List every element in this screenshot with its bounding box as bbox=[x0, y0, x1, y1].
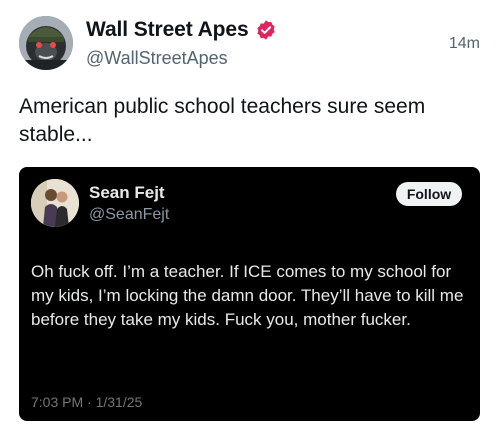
post-container: Wall Street Apes @WallStreetApes 14m Ame… bbox=[0, 0, 500, 447]
quoted-author-handle[interactable]: @SeanFejt bbox=[89, 206, 169, 224]
quoted-post-timestamp[interactable]: 7:03 PM · 1/31/25 bbox=[31, 394, 142, 410]
avatar[interactable] bbox=[19, 16, 73, 70]
quoted-post-card[interactable]: Sean Fejt @SeanFejt Follow Oh fuck off. … bbox=[19, 167, 480, 421]
couple-photo-avatar-icon bbox=[31, 179, 79, 227]
gorilla-avatar-icon bbox=[19, 16, 73, 70]
post-text: American public school teachers sure see… bbox=[19, 95, 426, 146]
quoted-post-text: Oh fuck off. I’m a teacher. If ICE comes… bbox=[31, 262, 464, 329]
post-timestamp[interactable]: 14m bbox=[449, 35, 480, 53]
author-name[interactable]: Wall Street Apes bbox=[86, 18, 249, 42]
verified-badge-icon bbox=[255, 19, 277, 41]
author-handle[interactable]: @WallStreetApes bbox=[86, 48, 228, 69]
quoted-author-name[interactable]: Sean Fejt bbox=[89, 183, 165, 203]
author-name-row: Wall Street Apes bbox=[86, 18, 277, 42]
follow-button[interactable]: Follow bbox=[396, 182, 462, 206]
quoted-avatar[interactable] bbox=[31, 179, 79, 227]
